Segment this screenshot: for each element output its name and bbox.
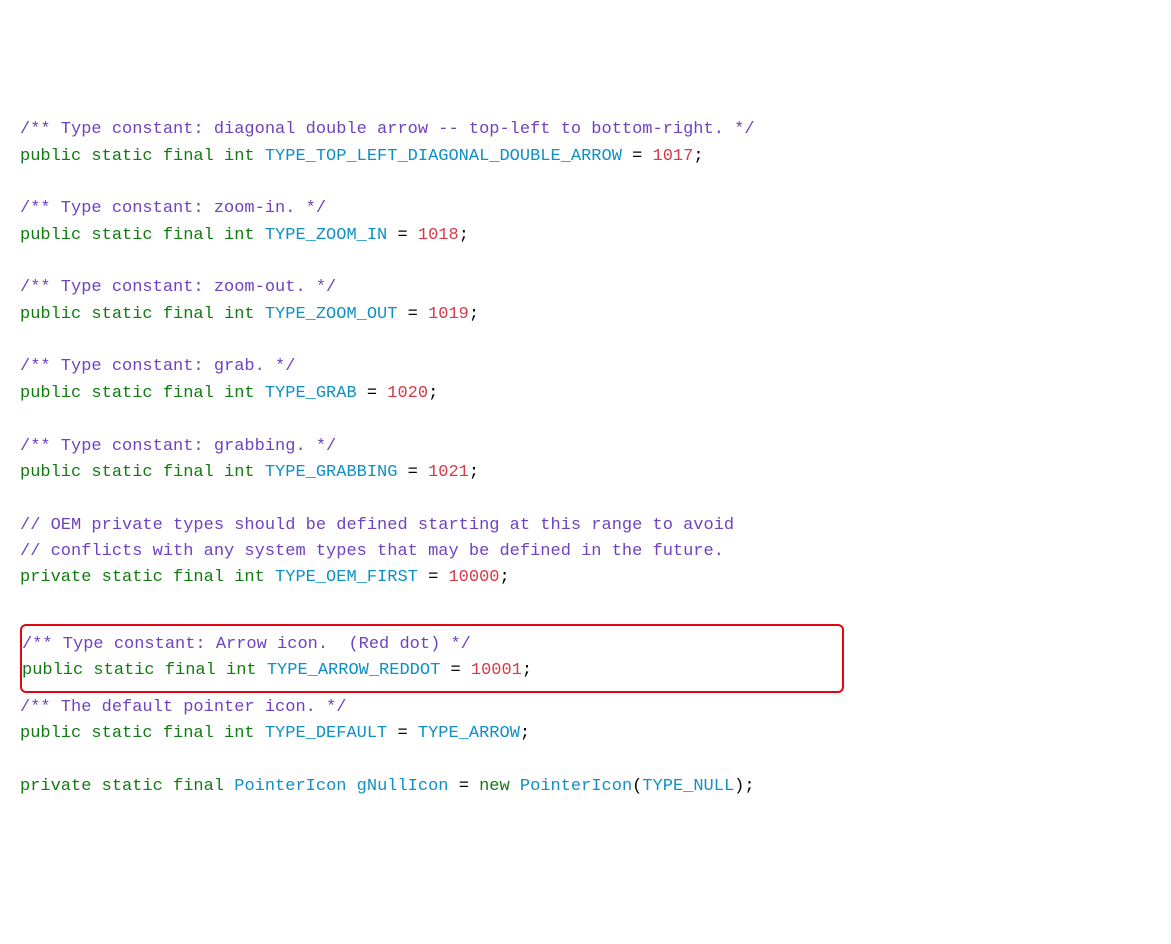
type-name: PointerIcon: [234, 777, 346, 796]
identifier: TYPE_GRABBING: [265, 463, 398, 482]
number-literal: 10000: [448, 568, 499, 587]
doc-comment: /** Type constant: Arrow icon. (Red dot)…: [22, 635, 471, 654]
number-literal: 1018: [418, 226, 459, 245]
number-literal: 10001: [471, 661, 522, 680]
semicolon: ;: [500, 568, 510, 587]
operator: =: [387, 724, 418, 743]
identifier: TYPE_ZOOM_IN: [265, 226, 387, 245]
identifier: TYPE_GRAB: [265, 384, 357, 403]
line-comment: // conflicts with any system types that …: [20, 542, 724, 561]
semicolon: ;: [428, 384, 438, 403]
paren-semicolon: );: [734, 777, 754, 796]
number-literal: 1017: [653, 147, 694, 166]
identifier: TYPE_OEM_FIRST: [275, 568, 418, 587]
modifiers-type: public static final int: [22, 661, 267, 680]
identifier: TYPE_TOP_LEFT_DIAGONAL_DOUBLE_ARROW: [265, 147, 622, 166]
code-block: /** Type constant: diagonal double arrow…: [20, 117, 1151, 800]
semicolon: ;: [520, 724, 530, 743]
doc-comment: /** Type constant: grabbing. */: [20, 437, 336, 456]
modifiers-type: public static final int: [20, 384, 265, 403]
identifier: TYPE_ZOOM_OUT: [265, 305, 398, 324]
constructor: PointerIcon: [520, 777, 632, 796]
doc-comment: /** Type constant: diagonal double arrow…: [20, 120, 755, 139]
operator: =: [418, 568, 449, 587]
modifiers-type: public static final int: [20, 305, 265, 324]
modifiers-type: public static final int: [20, 724, 265, 743]
operator: =: [397, 463, 428, 482]
operator: =: [449, 777, 480, 796]
number-literal: 1020: [387, 384, 428, 403]
doc-comment: /** Type constant: grab. */: [20, 357, 295, 376]
operator: =: [397, 305, 428, 324]
identifier: gNullIcon: [357, 777, 449, 796]
number-literal: 1021: [428, 463, 469, 482]
modifiers-type: public static final int: [20, 463, 265, 482]
identifier: TYPE_NULL: [642, 777, 734, 796]
modifiers-type: public static final int: [20, 147, 265, 166]
paren: (: [632, 777, 642, 796]
operator: =: [440, 661, 471, 680]
operator: =: [387, 226, 418, 245]
modifiers: private static final: [20, 777, 234, 796]
modifiers-type: private static final int: [20, 568, 275, 587]
modifiers-type: public static final int: [20, 226, 265, 245]
identifier: TYPE_ARROW: [418, 724, 520, 743]
doc-comment: /** Type constant: zoom-out. */: [20, 278, 336, 297]
operator: =: [357, 384, 388, 403]
semicolon: ;: [469, 463, 479, 482]
space: [346, 777, 356, 796]
doc-comment: /** The default pointer icon. */: [20, 698, 346, 717]
doc-comment: /** Type constant: zoom-in. */: [20, 199, 326, 218]
semicolon: ;: [522, 661, 532, 680]
highlighted-region: /** Type constant: Arrow icon. (Red dot)…: [20, 624, 844, 693]
keyword-new: new: [479, 777, 520, 796]
line-comment: // OEM private types should be defined s…: [20, 516, 734, 535]
operator: =: [622, 147, 653, 166]
semicolon: ;: [693, 147, 703, 166]
number-literal: 1019: [428, 305, 469, 324]
semicolon: ;: [459, 226, 469, 245]
identifier: TYPE_ARROW_REDDOT: [267, 661, 440, 680]
semicolon: ;: [469, 305, 479, 324]
identifier: TYPE_DEFAULT: [265, 724, 387, 743]
